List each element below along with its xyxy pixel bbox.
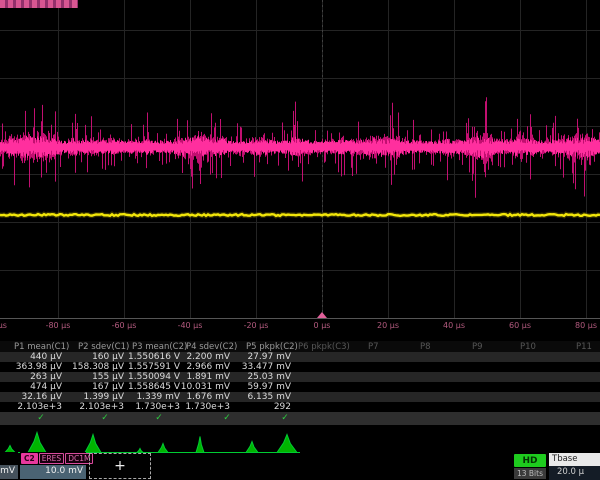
oscilloscope-screen: -100 µs-80 µs-60 µs-40 µs-20 µs0 µs20 µs… — [0, 0, 600, 480]
c1-volts-per-div: 10.0 mV — [0, 465, 18, 479]
c1-badges: DC1M — [0, 452, 18, 465]
timebase-value: 20.0 µ — [549, 466, 600, 480]
timebase-descriptor[interactable]: Tbase 20.0 µ — [549, 453, 600, 479]
c2-eres-badge: ERES — [39, 453, 64, 464]
timebase-label: Tbase — [549, 453, 600, 466]
histogram-trace — [0, 0, 600, 480]
c2-channel-badge: C2 — [21, 453, 38, 464]
c2-volts-per-div: 10.0 mV — [20, 465, 86, 479]
add-trace-button[interactable]: + — [89, 453, 151, 479]
channel-c1-descriptor[interactable]: DC1M 10.0 mV — [0, 452, 18, 479]
hd-mode-badge[interactable]: HD — [514, 454, 546, 467]
hd-bits-label: 13 Bits — [514, 468, 546, 479]
channel-c2-descriptor[interactable]: C2 ERES DC1M 10.0 mV — [20, 452, 86, 479]
c2-badges: C2 ERES DC1M — [20, 452, 86, 465]
